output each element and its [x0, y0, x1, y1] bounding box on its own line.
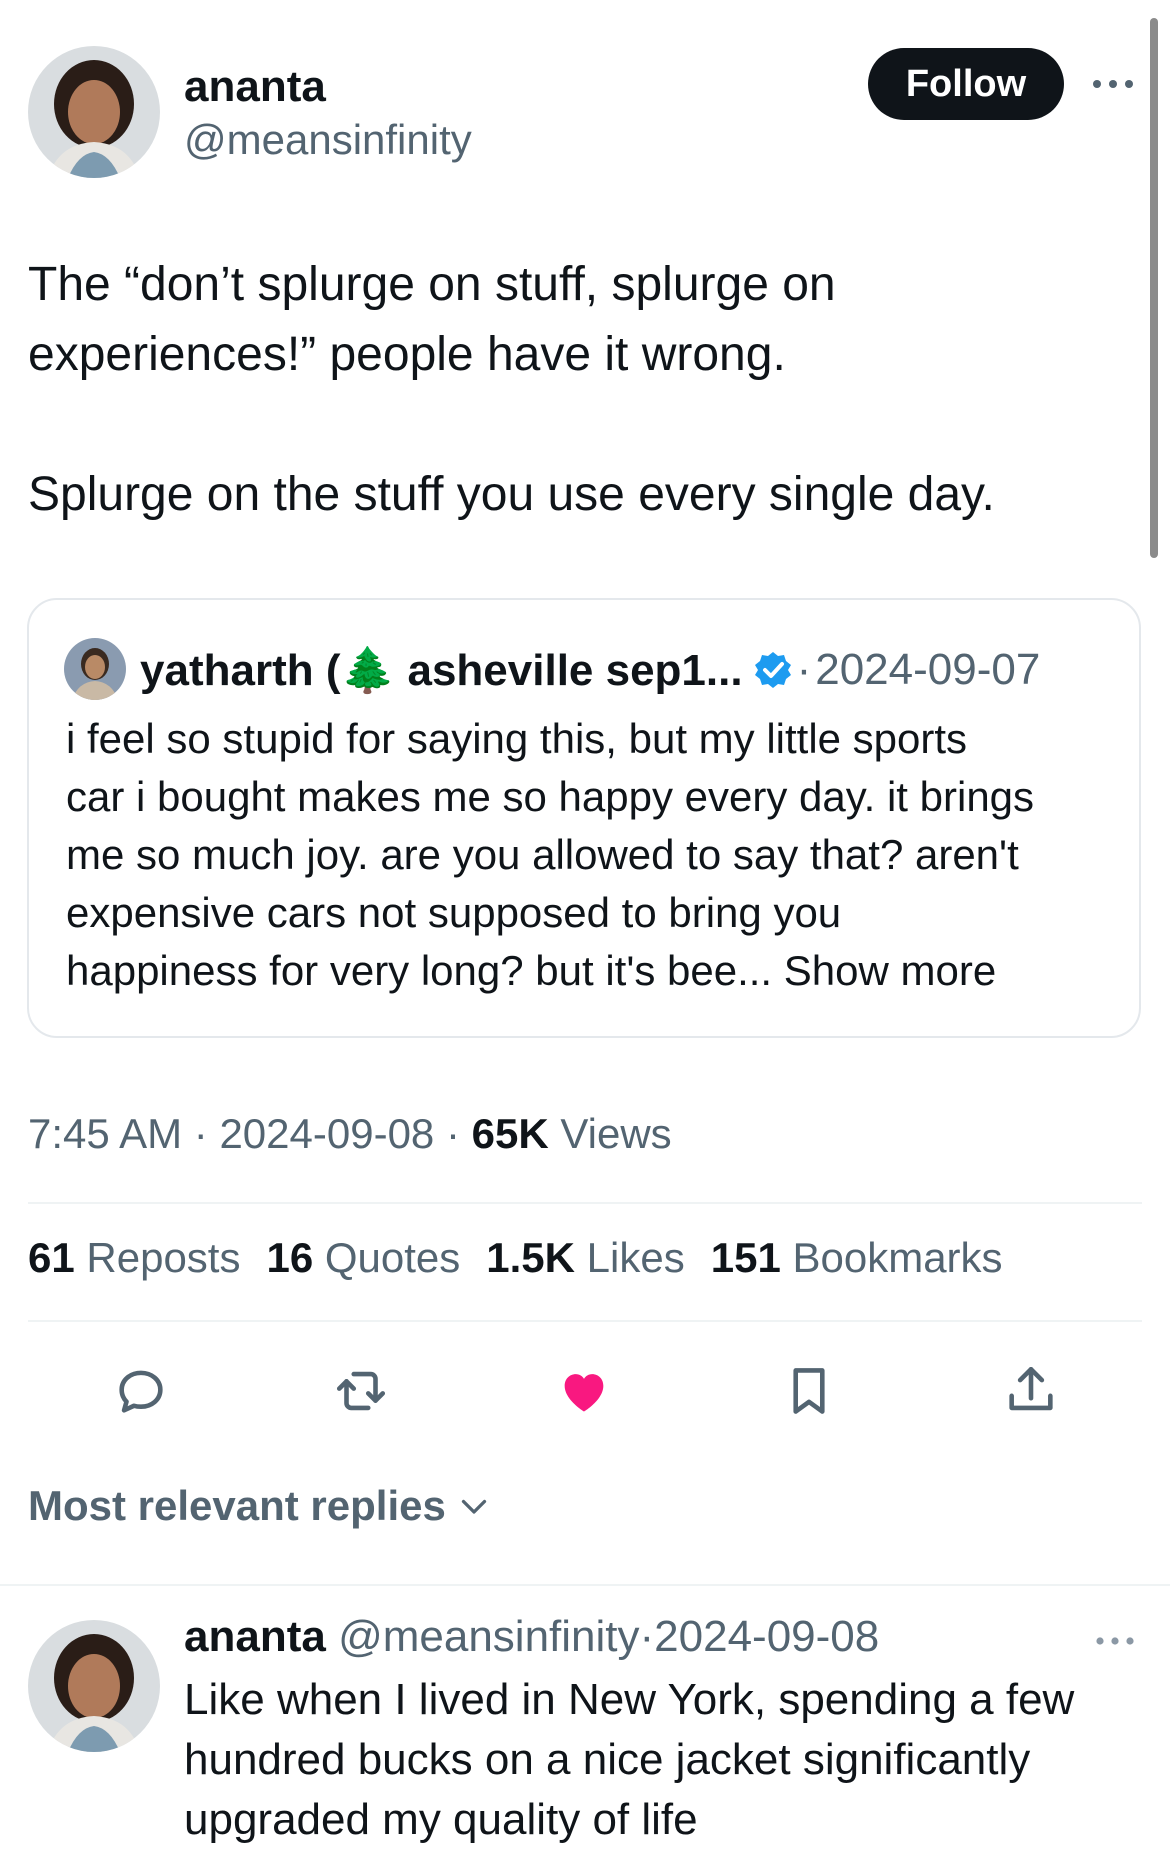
quoted-text-last-line: happiness for very long? but it's bee...…: [66, 942, 1116, 1000]
separator-dot: ·: [639, 1612, 655, 1661]
like-icon: [564, 1374, 604, 1412]
separator-dot: ·: [796, 645, 812, 694]
show-more-link[interactable]: Show more: [784, 947, 996, 994]
quoted-author-avatar[interactable]: [64, 638, 126, 700]
views-count: 65K: [471, 1110, 549, 1157]
replies-sort-label: Most relevant replies: [28, 1482, 446, 1529]
reply-date[interactable]: 2024-09-08: [654, 1612, 879, 1661]
reply-text: Like when I lived in New York, spending …: [184, 1670, 1144, 1850]
scrollbar[interactable]: [1150, 18, 1158, 558]
bookmark-icon: [793, 1368, 825, 1414]
quoted-text-line: me so much joy. are you allowed to say t…: [66, 831, 1019, 878]
reposts-stat[interactable]: 61 Reposts: [28, 1234, 240, 1282]
quotes-count: 16: [266, 1234, 314, 1281]
repost-button[interactable]: [330, 1360, 392, 1422]
quoted-text-line: i feel so stupid for saying this, but my…: [66, 715, 968, 762]
author-avatar[interactable]: [28, 46, 160, 178]
quoted-text-line: happiness for very long? but it's bee...: [66, 947, 773, 994]
bookmarks-stat[interactable]: 151 Bookmarks: [711, 1234, 1003, 1282]
reply-header: ananta @meansinfinity·2024-09-08: [184, 1612, 879, 1662]
bookmarks-label: Bookmarks: [792, 1234, 1003, 1281]
reply-button[interactable]: [110, 1360, 172, 1422]
quoted-date[interactable]: 2024-09-07: [815, 645, 1040, 695]
reposts-label: Reposts: [86, 1234, 241, 1281]
quoted-text-line: car i bought makes me so happy every day…: [66, 773, 1035, 820]
separator-dot: ·: [193, 1110, 208, 1157]
quotes-stat[interactable]: 16 Quotes: [266, 1234, 460, 1282]
replies-sort-dropdown[interactable]: Most relevant replies: [28, 1482, 492, 1530]
tweet-text-line: experiences!” people have it wrong.: [28, 328, 786, 381]
like-button[interactable]: [553, 1360, 615, 1422]
reply-author-handle[interactable]: @meansinfinity: [338, 1612, 639, 1661]
chevron-down-icon: [461, 1499, 486, 1514]
reply-text-line: Like when I lived in New York, spending …: [184, 1675, 1075, 1724]
verified-badge-icon: [754, 652, 791, 688]
author-name[interactable]: ananta: [184, 62, 326, 112]
reply-text-line: upgraded my quality of life: [184, 1795, 698, 1844]
reply-author-name[interactable]: ananta: [184, 1612, 326, 1661]
bookmark-button[interactable]: [778, 1360, 840, 1422]
separator-dot: ·: [445, 1110, 460, 1157]
reply-author-avatar[interactable]: [28, 1620, 160, 1752]
tweet-time[interactable]: 7:45 AM: [28, 1110, 182, 1157]
quoted-text-line: expensive cars not supposed to bring you: [66, 889, 842, 936]
engagement-stats: 61 Reposts 16 Quotes 1.5K Likes 151 Book…: [28, 1234, 1003, 1282]
divider: [28, 1202, 1142, 1204]
likes-count: 1.5K: [486, 1234, 575, 1281]
author-handle[interactable]: @meansinfinity: [184, 116, 472, 164]
quotes-label: Quotes: [324, 1234, 461, 1281]
quoted-header: yatharth (🌲 asheville sep1... · 2024-09-…: [140, 640, 1040, 700]
tweet-date[interactable]: 2024-09-08: [219, 1110, 434, 1157]
divider: [28, 1320, 1142, 1322]
repost-icon: [336, 1371, 386, 1411]
quoted-author-name[interactable]: yatharth (🌲 asheville sep1...: [140, 644, 743, 696]
quoted-text: i feel so stupid for saying this, but my…: [66, 710, 1116, 1000]
reply-text-line: hundred bucks on a nice jacket significa…: [184, 1735, 1031, 1784]
reply-more-options-icon[interactable]: [1094, 1632, 1136, 1650]
reposts-count: 61: [28, 1234, 75, 1281]
follow-button[interactable]: Follow: [868, 48, 1064, 120]
share-button[interactable]: [1000, 1360, 1062, 1422]
likes-label: Likes: [586, 1234, 685, 1281]
tweet-meta: 7:45 AM · 2024-09-08 · 65K Views: [28, 1110, 672, 1158]
divider: [0, 1584, 1170, 1586]
tweet-text-line: Splurge on the stuff you use every singl…: [28, 468, 995, 521]
tweet-text-line: The “don’t splurge on stuff, splurge on: [28, 258, 836, 311]
bookmarks-count: 151: [710, 1234, 781, 1281]
reply-icon: [119, 1370, 163, 1413]
share-icon: [1009, 1366, 1053, 1411]
views-label: Views: [560, 1110, 672, 1157]
likes-stat[interactable]: 1.5K Likes: [486, 1234, 684, 1282]
more-options-icon[interactable]: [1090, 74, 1136, 94]
